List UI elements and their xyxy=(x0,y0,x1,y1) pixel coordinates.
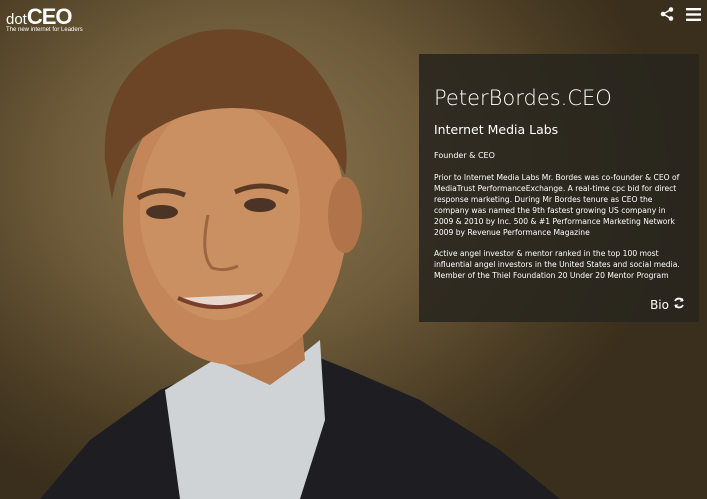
bio-toggle-button[interactable]: Bio xyxy=(650,297,685,312)
bio-paragraph-2: Active angel investor & mentor ranked in… xyxy=(434,249,680,280)
profile-panel: PeterBordes.CEO Internet Media Labs Foun… xyxy=(419,54,699,322)
bio-paragraph-1: Prior to Internet Media Labs Mr. Bordes … xyxy=(434,173,680,237)
share-icon[interactable] xyxy=(659,6,675,22)
profile-role: Founder & CEO xyxy=(434,151,495,160)
bio-button-label: Bio xyxy=(650,297,669,312)
logo-dot-text: dot xyxy=(6,11,27,28)
profile-company: Internet Media Labs xyxy=(434,122,559,137)
menu-icon[interactable] xyxy=(685,6,701,22)
top-toolbar xyxy=(659,6,701,22)
profile-name: PeterBordes.CEO xyxy=(434,86,612,110)
logo-tagline: The new internet for Leaders xyxy=(6,27,83,33)
refresh-icon xyxy=(673,297,685,312)
dotceo-logo[interactable]: dot CEO The new internet for Leaders xyxy=(6,4,83,33)
